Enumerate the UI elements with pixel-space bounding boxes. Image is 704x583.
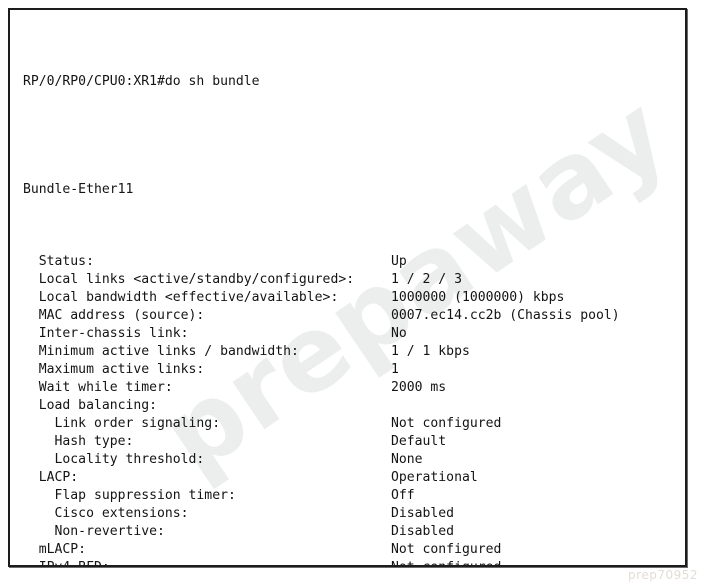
screenshot-root: prepaway RP/0/RP0/CPU0:XR1#do sh bundle … (0, 0, 704, 583)
bundle-property-row: Local links <active/standby/configured>:… (23, 271, 685, 289)
bundle-property-row: Flap suppression timer: Off (23, 487, 685, 505)
bundle-property-value: Not configured (391, 542, 502, 557)
bundle-property-key: mLACP: (23, 542, 87, 557)
bundle-property-row: Locality threshold: None (23, 451, 685, 469)
bundle-property-key: MAC address (source): (23, 308, 205, 323)
bundle-property-row: Status: Up (23, 253, 685, 271)
bundle-property-value: Off (391, 488, 415, 503)
bundle-property-value: Disabled (391, 506, 455, 521)
bundle-property-key: IPv4 BFD: (23, 559, 391, 565)
bundle-property-value: 0007.ec14.cc2b (Chassis pool) (391, 308, 620, 323)
bundle-property-value: Not configured (391, 559, 501, 565)
bundle-property-value: 1000000 (1000000) kbps (391, 290, 565, 305)
bundle-property-row: mLACP: Not configured (23, 541, 685, 559)
bundle-property-row: Non-revertive: Disabled (23, 523, 685, 541)
bundle-property-key: Minimum active links / bandwidth: (23, 344, 299, 359)
bundle-property-value: Default (391, 434, 447, 449)
bundle-properties: Status: Up Local links <active/standby/co… (23, 253, 685, 565)
bundle-property-key: Maximum active links: (23, 362, 205, 377)
bundle-property-value: 1 / 1 kbps (391, 344, 470, 359)
prompt-line: RP/0/RP0/CPU0:XR1#do sh bundle (23, 74, 260, 89)
bundle-property-value: Up (391, 254, 407, 269)
bundle-property-row: Hash type: Default (23, 433, 685, 451)
bundle-property-key: Flap suppression timer: (23, 488, 236, 503)
bundle-property-key: Local links <active/standby/configured>: (23, 272, 355, 287)
bundle-property-key: Wait while timer: (23, 380, 173, 395)
bundle-property-row: Load balancing: (23, 397, 685, 415)
bundle-property-row: Cisco extensions: Disabled (23, 505, 685, 523)
bundle-property-value: No (391, 326, 407, 341)
bundle-property-key: LACP: (23, 470, 79, 485)
bundle-property-row: LACP: Operational (23, 469, 685, 487)
bundle-property-row: Inter-chassis link: No (23, 325, 685, 343)
bundle-property-value: 1 (391, 362, 399, 377)
bundle-property-row: Minimum active links / bandwidth: 1 / 1 k… (23, 343, 685, 361)
bundle-property-row: IPv4 BFD:Not configured (23, 559, 685, 565)
corner-watermark: prep70952 (628, 568, 698, 582)
bundle-property-row: MAC address (source): 0007.ec14.cc2b (Cha… (23, 307, 685, 325)
bundle-property-key: Non-revertive: (23, 524, 165, 539)
bundle-name-line: Bundle-Ether11 (23, 182, 134, 197)
bundle-property-key: Inter-chassis link: (23, 326, 189, 341)
console-output: RP/0/RP0/CPU0:XR1#do sh bundle Bundle-Et… (10, 10, 685, 565)
bundle-property-key: Link order signaling: (23, 416, 221, 431)
bundle-property-row: Local bandwidth <effective/available>: 10… (23, 289, 685, 307)
terminal-window: prepaway RP/0/RP0/CPU0:XR1#do sh bundle … (8, 8, 687, 567)
bundle-property-key: Locality threshold: (23, 452, 205, 467)
bundle-property-row: Maximum active links: 1 (23, 361, 685, 379)
bundle-property-value: None (391, 452, 423, 467)
bundle-property-value: Not configured (391, 416, 502, 431)
bundle-property-value: 2000 ms (391, 380, 447, 395)
bundle-property-key: Local bandwidth <effective/available>: (23, 290, 339, 305)
bundle-property-key: Load balancing: (23, 398, 158, 413)
bundle-property-key: Hash type: (23, 434, 134, 449)
bundle-property-value: Disabled (391, 524, 455, 539)
bundle-property-key: Cisco extensions: (23, 506, 189, 521)
bundle-property-row: Link order signaling: Not configured (23, 415, 685, 433)
bundle-property-value: Operational (391, 470, 478, 485)
bundle-property-key: Status: (23, 254, 94, 269)
bundle-property-row: Wait while timer: 2000 ms (23, 379, 685, 397)
bundle-property-value: 1 / 2 / 3 (391, 272, 462, 287)
